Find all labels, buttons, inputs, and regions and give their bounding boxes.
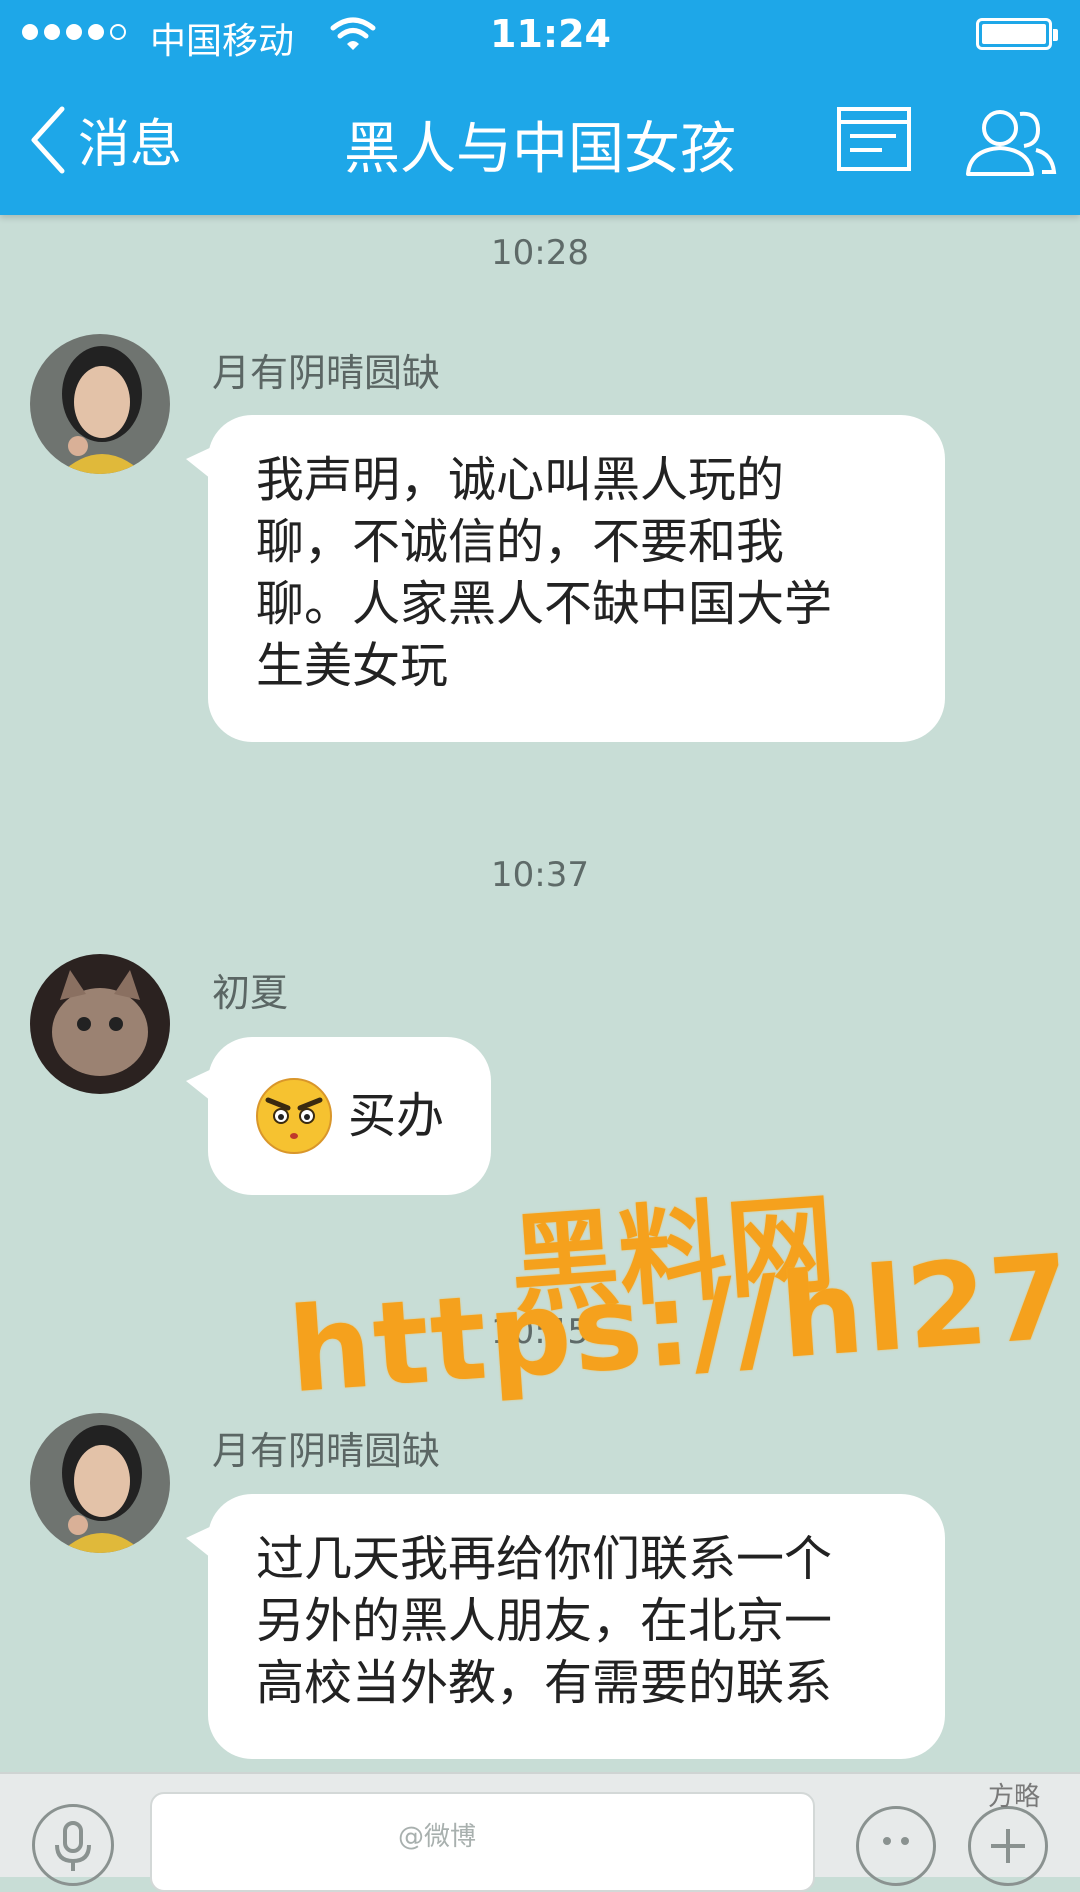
sender-name: 初夏 xyxy=(212,971,289,1015)
sender-name: 月有阴晴圆缺 xyxy=(212,1429,441,1473)
angry-face-emoji-icon xyxy=(256,1078,332,1154)
user-photo-icon xyxy=(30,334,170,474)
message-timestamp: 10:37 xyxy=(491,855,589,895)
avatar[interactable] xyxy=(30,1413,170,1553)
nav-bar: 消息 黑人与中国女孩 xyxy=(0,80,1080,215)
message-text: 过几天我再给你们联系一个 另外的黑人朋友，在北京一 高校当外教，有需要的联系 xyxy=(256,1531,833,1711)
message-timestamp: 10:28 xyxy=(491,233,589,273)
status-bar: 中国移动 11:24 xyxy=(0,0,1080,70)
input-bar: @微博 方略 xyxy=(0,1772,1080,1892)
status-time: 11:24 xyxy=(490,12,611,56)
smiley-icon xyxy=(883,1837,909,1845)
group-members-button[interactable] xyxy=(962,106,1058,182)
plus-icon xyxy=(991,1829,1025,1863)
chat-title: 黑人与中国女孩 xyxy=(344,117,736,182)
emoji-button[interactable] xyxy=(856,1806,936,1886)
message-bubble[interactable]: 我声明，诚心叫黑人玩的 聊，不诚信的，不要和我 聊。人家黑人不缺中国大学 生美女… xyxy=(186,415,945,742)
credit-left: @微博 xyxy=(398,1822,477,1852)
chat-info-button[interactable] xyxy=(836,106,912,176)
message-text: 我声明，诚心叫黑人玩的 聊，不诚信的，不要和我 聊。人家黑人不缺中国大学 生美女… xyxy=(256,452,833,694)
cat-photo-icon xyxy=(30,954,170,1094)
battery-icon xyxy=(976,18,1058,50)
microphone-icon xyxy=(55,1821,91,1871)
avatar[interactable] xyxy=(30,334,170,474)
sender-name: 月有阴晴圆缺 xyxy=(212,351,441,395)
signal-strength-icon xyxy=(22,24,126,40)
credit-right: 方略 xyxy=(988,1782,1041,1812)
message-bubble[interactable]: 买办 xyxy=(186,1037,491,1195)
avatar[interactable] xyxy=(30,954,170,1094)
document-icon xyxy=(837,107,911,171)
voice-button[interactable] xyxy=(32,1804,114,1886)
message-bubble[interactable]: 过几天我再给你们联系一个 另外的黑人朋友，在北京一 高校当外教，有需要的联系 xyxy=(186,1494,945,1759)
top-bar: 中国移动 11:24 消息 黑人与中国女孩 xyxy=(0,0,1080,215)
carrier-name: 中国移动 xyxy=(150,21,295,62)
message-input[interactable] xyxy=(150,1792,815,1892)
user-photo-icon xyxy=(30,1413,170,1553)
message-text: 买办 xyxy=(348,1088,445,1144)
group-users-icon xyxy=(966,110,1057,176)
wifi-icon xyxy=(330,17,376,50)
more-button[interactable] xyxy=(968,1806,1048,1886)
